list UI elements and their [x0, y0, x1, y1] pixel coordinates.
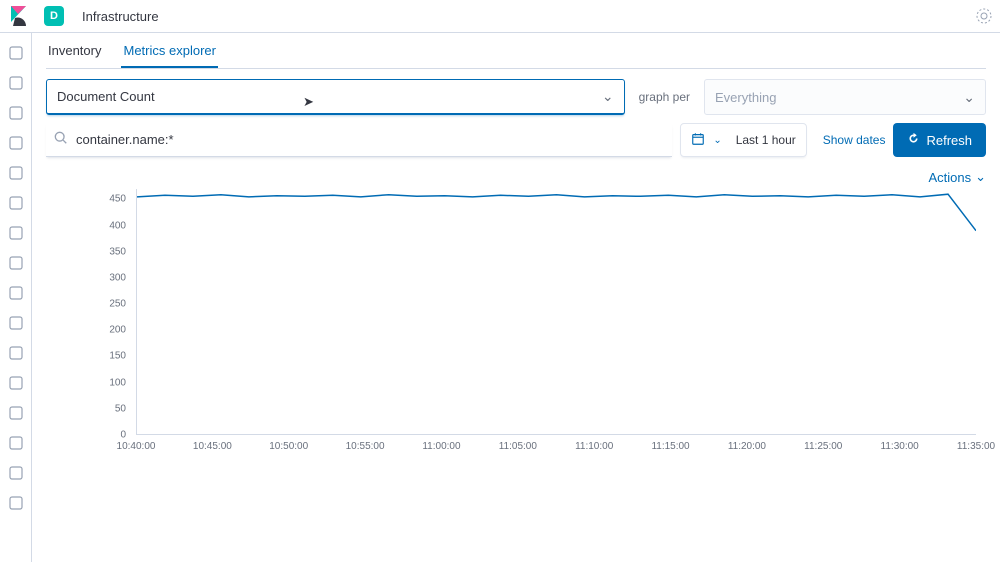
monitoring-icon[interactable] [8, 435, 24, 451]
infra-icon[interactable] [8, 255, 24, 271]
chart-plot[interactable] [136, 189, 976, 435]
x-axis-tick: 10:50:00 [269, 441, 308, 452]
x-axis-tick: 11:30:00 [881, 441, 919, 452]
siem-icon[interactable] [8, 375, 24, 391]
x-axis-tick: 10:40:00 [117, 441, 156, 452]
top-nav: D Infrastructure [0, 0, 1000, 33]
app-title: Infrastructure [82, 9, 159, 24]
actions-menu[interactable]: Actions ⌄ [928, 169, 986, 185]
x-axis-tick: 11:00:00 [422, 441, 460, 452]
discover-icon[interactable] [8, 75, 24, 91]
y-axis-tick: 250 [86, 299, 126, 310]
ml-icon[interactable] [8, 225, 24, 241]
space-badge[interactable]: D [44, 6, 64, 26]
date-picker[interactable]: ⌄ Last 1 hour [680, 123, 806, 157]
group-by-select[interactable]: Everything ⌄ [704, 79, 986, 115]
recent-icon[interactable] [8, 45, 24, 61]
calendar-icon [691, 132, 705, 149]
y-axis-tick: 350 [86, 246, 126, 257]
help-icon[interactable] [976, 8, 992, 27]
group-by-placeholder: Everything [715, 90, 776, 105]
collapse-icon[interactable] [8, 495, 24, 511]
y-axis-tick: 400 [86, 220, 126, 231]
refresh-label: Refresh [926, 133, 972, 148]
chevron-down-icon: ⌄ [975, 169, 986, 185]
logs-icon[interactable] [8, 285, 24, 301]
apm-icon[interactable] [8, 315, 24, 331]
uptime-icon[interactable] [8, 345, 24, 361]
x-axis-tick: 11:15:00 [651, 441, 689, 452]
x-axis-tick: 11:05:00 [499, 441, 537, 452]
kibana-logo[interactable] [8, 4, 32, 28]
x-axis-tick: 10:45:00 [193, 441, 232, 452]
chart: 0 50 100 150 200 250 300 350 400 450 10:40:00 10:4… [46, 189, 986, 562]
dev-tools-icon[interactable] [8, 405, 24, 421]
canvas-icon[interactable] [8, 165, 24, 181]
y-axis-tick: 150 [86, 351, 126, 362]
side-nav [0, 33, 32, 562]
y-axis-tick: 300 [86, 272, 126, 283]
x-axis-tick: 11:25:00 [804, 441, 842, 452]
search-input-wrapper [46, 123, 672, 157]
y-axis-tick: 100 [86, 377, 126, 388]
x-axis-tick: 10:55:00 [346, 441, 385, 452]
chevron-down-icon: ⌄ [713, 135, 721, 146]
x-axis-tick: 11:20:00 [728, 441, 766, 452]
metric-select[interactable]: Document Count ⌄ [46, 79, 625, 115]
x-axis-tick: 11:35:00 [957, 441, 995, 452]
search-input[interactable] [76, 132, 664, 147]
chevron-down-icon: ⌄ [963, 89, 975, 106]
chevron-down-icon: ⌄ [602, 88, 614, 105]
management-icon[interactable] [8, 465, 24, 481]
show-dates-link[interactable]: Show dates [823, 133, 886, 147]
search-icon [54, 131, 68, 148]
maps-icon[interactable] [8, 195, 24, 211]
visualize-icon[interactable] [8, 105, 24, 121]
y-axis-tick: 200 [86, 325, 126, 336]
tabs: Inventory Metrics explorer [46, 33, 986, 69]
chart-series-line [137, 194, 976, 230]
refresh-button[interactable]: Refresh [893, 123, 986, 157]
dashboard-icon[interactable] [8, 135, 24, 151]
y-axis-tick: 0 [86, 430, 126, 441]
tab-inventory[interactable]: Inventory [46, 33, 103, 68]
date-picker-value: Last 1 hour [736, 133, 796, 147]
tab-metrics-explorer[interactable]: Metrics explorer [121, 33, 217, 68]
y-axis-tick: 450 [86, 194, 126, 205]
graph-per-label: graph per [639, 90, 690, 104]
refresh-icon [907, 132, 920, 148]
y-axis-tick: 50 [86, 403, 126, 414]
x-axis-tick: 11:10:00 [575, 441, 613, 452]
metric-select-value: Document Count [57, 89, 155, 104]
